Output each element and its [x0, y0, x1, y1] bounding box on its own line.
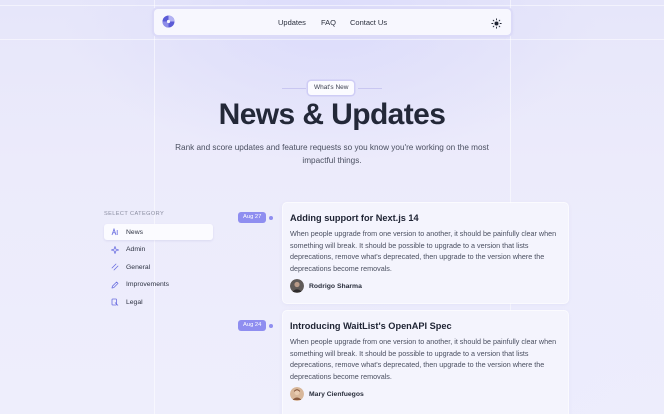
post-body: When people upgrade from one version to … [290, 229, 557, 273]
category-label: Improvements [126, 281, 170, 288]
page-subtitle: Rank and score updates and feature reque… [175, 143, 489, 165]
category-item-legal[interactable]: Legal [104, 294, 213, 310]
category-heading: SELECT CATEGORY [104, 211, 165, 217]
category-item-admin[interactable]: Admin [104, 242, 213, 258]
news-icon [111, 227, 119, 236]
author-name: Mary Cienfuegos [309, 390, 364, 398]
nav-link-contact[interactable]: Contact Us [350, 18, 387, 27]
pencil-icon [111, 281, 119, 289]
category-label: Legal [126, 298, 143, 306]
logo-icon[interactable] [162, 15, 175, 28]
category-label: Admin [126, 246, 146, 253]
post-author: Mary Cienfuegos [290, 387, 364, 401]
guide-line [154, 0, 155, 414]
sparkle-icon [110, 244, 120, 255]
guide-line [0, 5, 664, 6]
post-card[interactable]: Introducing WaitList's OpenAPI Spec When… [283, 311, 568, 414]
post-title[interactable]: Adding support for Next.js 14 [290, 213, 419, 223]
nav-link-updates[interactable]: Updates [278, 18, 306, 27]
badge-divider [358, 88, 382, 89]
category-label: News [126, 228, 143, 236]
category-item-improvements[interactable]: Improvements [104, 277, 213, 293]
legal-icon [111, 298, 119, 306]
post-card[interactable]: Adding support for Next.js 14 When peopl… [283, 203, 568, 303]
timeline-dot [269, 215, 273, 220]
post-date-badge: Aug 27 [238, 212, 267, 223]
category-label: General [126, 263, 151, 271]
page-title: News & Updates [218, 98, 446, 131]
whats-new-badge: What's New [308, 81, 355, 95]
category-list: News Admin General Improvements Legal [104, 224, 213, 312]
avatar [290, 279, 304, 293]
category-item-news[interactable]: News [104, 224, 213, 240]
post-author: Rodrigo Sharma [290, 279, 362, 293]
author-name: Rodrigo Sharma [309, 282, 362, 290]
category-item-general[interactable]: General [104, 259, 213, 275]
sun-icon[interactable] [491, 16, 502, 29]
badge-divider [282, 88, 306, 89]
avatar [290, 387, 304, 401]
guide-line [0, 39, 664, 40]
post-title[interactable]: Introducing WaitList's OpenAPI Spec [290, 321, 452, 331]
nav-link-faq[interactable]: FAQ [321, 18, 336, 27]
top-navbar: Updates FAQ Contact Us [154, 9, 511, 35]
slash-icon [111, 263, 119, 271]
post-date-badge: Aug 24 [238, 320, 267, 331]
timeline-dot [269, 323, 273, 328]
post-body: When people upgrade from one version to … [290, 337, 557, 381]
